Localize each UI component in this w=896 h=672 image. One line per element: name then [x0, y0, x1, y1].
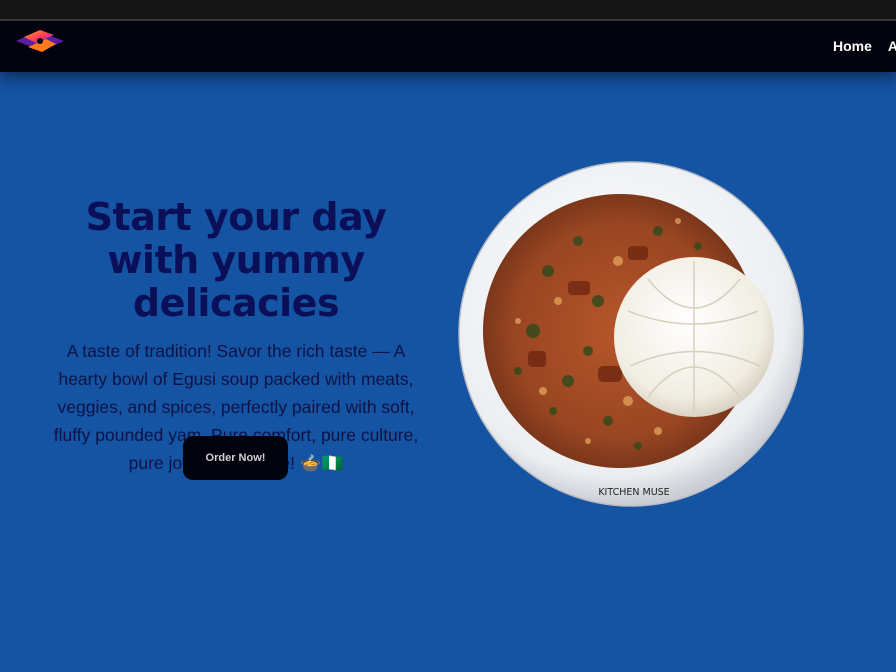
nav-home-link[interactable]: Home	[833, 38, 872, 54]
egusi-pounded-yam-image: KITCHEN MUSE	[458, 161, 804, 507]
nav-about-link[interactable]: About	[888, 38, 896, 54]
bowl-caption: KITCHEN MUSE	[598, 487, 669, 498]
order-now-button[interactable]: Order Now!	[183, 436, 288, 480]
nav-links: Home About	[833, 38, 896, 54]
hero-title: Start your day with yummy delicacies	[85, 195, 387, 325]
brand-logo-icon[interactable]	[14, 27, 66, 55]
browser-top-strip	[0, 0, 896, 21]
navbar: Home About	[0, 21, 896, 72]
hero-text-block: Start your day with yummy delicacies A t…	[36, 196, 436, 477]
